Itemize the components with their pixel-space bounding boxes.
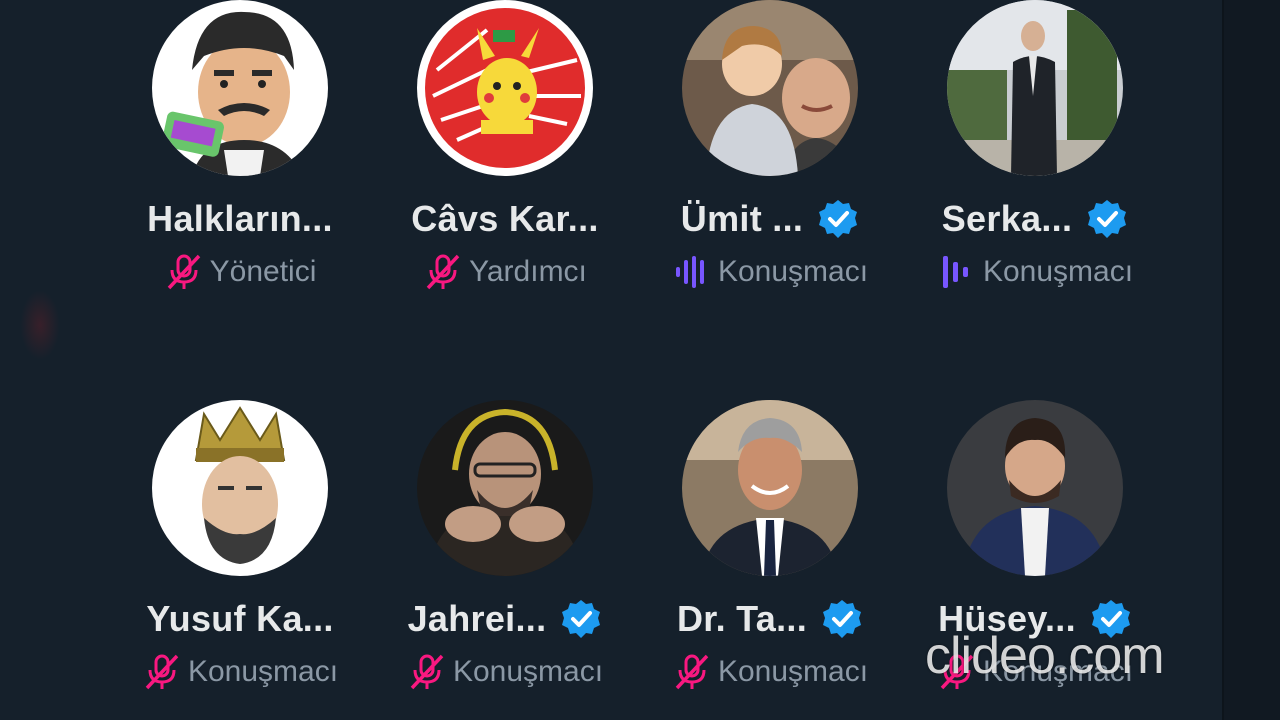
participant-name: Dr. Ta...	[676, 598, 808, 639]
avatar[interactable]	[947, 0, 1123, 176]
verified-badge-icon	[817, 198, 859, 240]
mic-muted-icon	[164, 252, 204, 292]
participant-role: Konuşmacı	[452, 655, 604, 688]
participant-name: Serka...	[941, 198, 1073, 239]
participant-role: Konuşmacı	[717, 655, 869, 688]
participant-role: Yönetici	[209, 255, 317, 288]
mic-muted-icon	[142, 652, 182, 692]
avatar[interactable]	[947, 400, 1123, 576]
mic-muted-icon	[423, 252, 463, 292]
participant-role: Konuşmacı	[717, 255, 869, 288]
space-participants-screen: Halkların... Yönetici Câvs Kar... Yardım…	[0, 0, 1280, 720]
speaking-wave-icon	[937, 252, 977, 292]
participant-card[interactable]: Yusuf Ka... Konuşmacı	[110, 400, 370, 700]
avatar[interactable]	[682, 0, 858, 176]
mic-muted-icon	[672, 652, 712, 692]
participant-card[interactable]: Câvs Kar... Yardımcı	[375, 0, 635, 300]
avatar[interactable]	[152, 400, 328, 576]
watermark: clideo.com	[925, 627, 1165, 685]
participant-card[interactable]: Dr. Ta... Konuşmacı	[640, 400, 900, 700]
participant-name: Halkların...	[147, 198, 333, 239]
participant-role: Konuşmacı	[982, 255, 1134, 288]
verified-badge-icon	[560, 598, 602, 640]
participant-name: Yusuf Ka...	[146, 598, 334, 639]
verified-badge-icon	[821, 598, 863, 640]
participant-name: Câvs Kar...	[411, 198, 599, 239]
participant-card[interactable]: Serka... Konuşmacı	[905, 0, 1165, 300]
participant-role: Yardımcı	[469, 255, 587, 288]
participant-card[interactable]: Halkların... Yönetici	[110, 0, 370, 300]
mic-muted-icon	[407, 652, 447, 692]
participant-name: Jahrei...	[407, 598, 547, 639]
participant-role: Konuşmacı	[187, 655, 339, 688]
participant-card[interactable]: Jahrei... Konuşmacı	[375, 400, 635, 700]
participants-grid: Halkların... Yönetici Câvs Kar... Yardım…	[0, 0, 1222, 720]
right-side-panel	[1222, 0, 1280, 720]
avatar[interactable]	[152, 0, 328, 176]
verified-badge-icon	[1086, 198, 1128, 240]
participant-card[interactable]: Ümit ... Konuşmacı	[640, 0, 900, 300]
avatar[interactable]	[682, 400, 858, 576]
speaking-wave-icon	[672, 252, 712, 292]
avatar[interactable]	[417, 0, 593, 176]
avatar[interactable]	[417, 400, 593, 576]
participant-name: Ümit ...	[680, 198, 804, 239]
